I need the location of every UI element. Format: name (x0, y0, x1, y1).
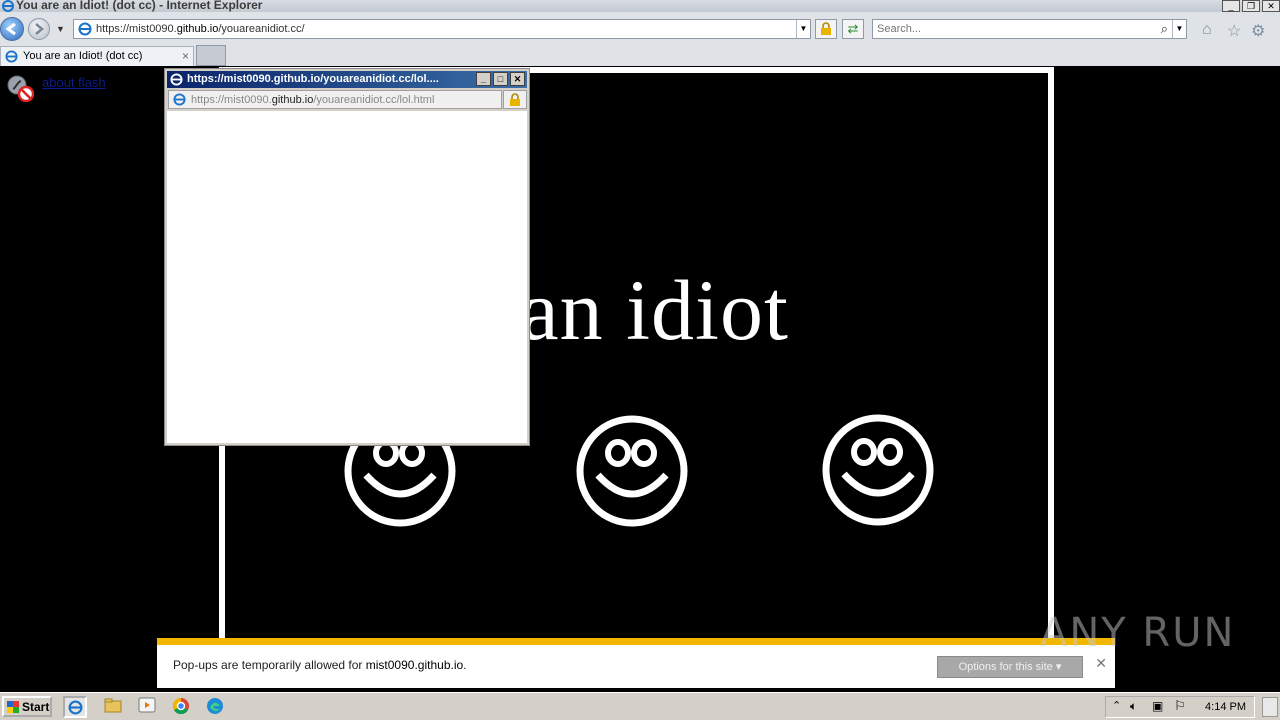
refresh-icon: ⇄ (847, 21, 859, 36)
taskbar-clock[interactable]: 4:14 PM (1205, 701, 1246, 713)
forward-button[interactable] (28, 18, 50, 40)
taskbar-explorer-button[interactable] (103, 696, 127, 718)
ie-tab-icon (5, 50, 18, 63)
popup-title-bar[interactable]: https://mist0090.github.io/youareanidiot… (167, 71, 527, 88)
search-icon[interactable]: ⌕ (1161, 21, 1168, 37)
taskbar-edge-button[interactable] (205, 696, 229, 718)
lock-icon (821, 22, 831, 35)
popup-close-button[interactable]: ✕ (510, 72, 525, 86)
recent-pages-dropdown-icon[interactable]: ▼ (56, 24, 65, 34)
window-title: You are an Idiot! (dot cc) - Internet Ex… (16, 0, 263, 12)
taskbar-media-player-button[interactable] (137, 696, 161, 718)
ie-page-icon (78, 22, 92, 36)
smiley-face-icon (576, 415, 688, 527)
start-button[interactable]: Start (2, 696, 52, 717)
back-arrow-icon (5, 22, 16, 36)
ie-logo-icon (170, 73, 183, 86)
close-notification-icon[interactable]: ✕ (1095, 655, 1107, 672)
popup-address-bar[interactable]: https://mist0090.github.io/youareanidiot… (168, 90, 502, 109)
taskbar-chrome-button[interactable] (171, 696, 195, 718)
options-for-site-button[interactable]: Options for this site ▾ (937, 656, 1083, 678)
popup-window[interactable]: https://mist0090.github.io/youareanidiot… (164, 68, 530, 446)
notification-message: Pop-ups are temporarily allowed for mist… (173, 658, 467, 672)
close-tab-icon[interactable]: × (182, 49, 189, 63)
taskbar-ie-button[interactable] (63, 696, 87, 718)
popup-minimize-button[interactable]: _ (476, 72, 491, 86)
chrome-icon (172, 697, 189, 715)
home-icon[interactable]: ⌂ (1202, 21, 1212, 39)
address-url: https://mist0090.github.io/youareanidiot… (96, 23, 305, 35)
about-flash-link[interactable]: about flash (42, 75, 106, 90)
dropdown-caret-icon: ▾ (1055, 661, 1062, 673)
popup-url: https://mist0090.github.io/youareanidiot… (191, 94, 435, 106)
lock-icon (510, 93, 520, 106)
address-dropdown-button[interactable]: ▼ (796, 20, 810, 38)
show-hidden-icons-icon[interactable]: ⌃ (1112, 699, 1121, 712)
ie-logo-icon (2, 0, 14, 12)
smiley-face-icon (822, 414, 934, 526)
refresh-button[interactable]: ⇄ (842, 19, 864, 39)
anyrun-watermark: ANY RUN (1040, 610, 1236, 656)
ie-logo-icon (68, 700, 83, 715)
folder-icon (104, 698, 122, 713)
close-window-button[interactable]: ✕ (1262, 0, 1280, 12)
minimize-button[interactable]: _ (1222, 0, 1240, 12)
popup-security-button[interactable] (503, 90, 527, 109)
search-input[interactable] (877, 23, 1147, 35)
flash-plugin-icon (7, 75, 34, 102)
settings-gear-icon[interactable]: ⚙ (1251, 21, 1265, 41)
new-tab-button[interactable] (196, 45, 226, 66)
media-player-icon (138, 697, 156, 713)
tab-active[interactable]: You are an Idiot! (dot cc) × (0, 46, 194, 66)
popup-page-body (167, 111, 527, 443)
popup-maximize-button[interactable]: □ (493, 72, 508, 86)
ie-page-icon (173, 93, 186, 106)
back-button[interactable] (0, 17, 24, 41)
edge-icon (207, 698, 223, 714)
tab-label: You are an Idiot! (dot cc) (23, 50, 143, 62)
popup-notification-bar: Pop-ups are temporarily allowed for mist… (157, 638, 1115, 688)
show-desktop-button[interactable] (1262, 697, 1278, 717)
address-bar[interactable]: https://mist0090.github.io/youareanidiot… (73, 19, 811, 39)
search-dropdown-button[interactable]: ▼ (1172, 20, 1186, 38)
restore-button[interactable]: ❐ (1242, 0, 1260, 12)
window-title-bar: You are an Idiot! (dot cc) - Internet Ex… (0, 0, 1280, 12)
popup-title: https://mist0090.github.io/youareanidiot… (187, 73, 439, 85)
system-tray: ⌃ 🔈︎ ▣ ⚐ 4:14 PM (1105, 696, 1255, 718)
windows-flag-icon (7, 701, 19, 713)
security-report-button[interactable] (815, 19, 837, 39)
action-center-flag-icon[interactable]: ⚐ (1174, 698, 1186, 714)
volume-icon[interactable]: 🔈︎ (1130, 699, 1137, 714)
search-box[interactable]: ⌕ ▼ (872, 19, 1187, 39)
favorites-star-icon[interactable]: ☆ (1227, 21, 1241, 41)
network-icon[interactable]: ▣ (1152, 699, 1163, 713)
forward-arrow-icon (35, 23, 44, 35)
